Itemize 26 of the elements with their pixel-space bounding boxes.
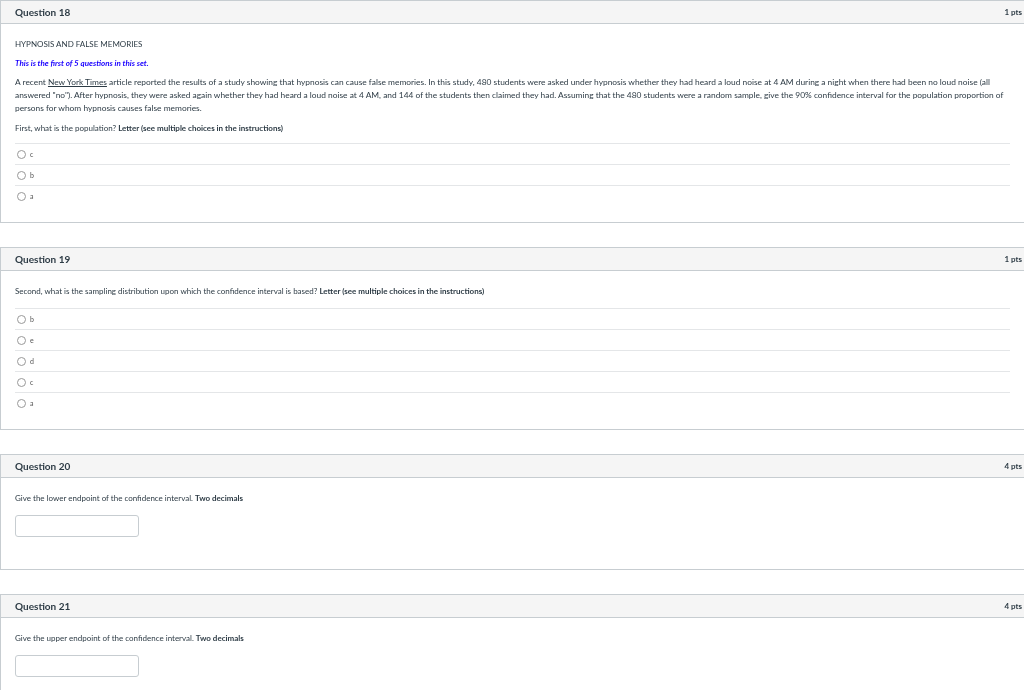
- answer-field[interactable]: [15, 515, 139, 537]
- radio-button[interactable]: [17, 377, 26, 387]
- radio-button[interactable]: [17, 191, 26, 201]
- radio-button[interactable]: [17, 356, 26, 366]
- question-prompt: Give the upper endpoint of the confidence interval. Two decimals: [15, 633, 245, 643]
- radio-button[interactable]: [17, 314, 26, 324]
- question-prompt: Give the lower endpoint of the confidence interval. Two decimals: [15, 493, 244, 503]
- question-points: 1 pts: [1004, 6, 1022, 18]
- question-title: Question 19: [15, 251, 71, 267]
- question-points: 4 pts: [1004, 460, 1022, 472]
- radio-button[interactable]: [17, 398, 26, 408]
- article-link[interactable]: New York Times: [47, 77, 107, 87]
- radio-button[interactable]: [17, 149, 26, 159]
- set-note: This is the first of 5 questions in this set.: [15, 58, 150, 68]
- question-title: Question 20: [15, 458, 71, 474]
- section-heading: HYPNOSIS AND FALSE MEMORIES: [15, 39, 144, 49]
- answer-field[interactable]: [15, 655, 139, 677]
- radio-button[interactable]: [17, 335, 26, 345]
- radio-button[interactable]: [17, 170, 26, 180]
- question-passage: A recent New York Times article reported the results of a study showing that hypnosis can cause false memories. In this study, 480 students were asked under hypnosis whether they had heard a loud noise at 4 AM during a night when there had been no loud noise (all answered "no"). After hypnosis, they were asked again whether they had heard a loud noise at 4 AM, and 144 of the students then claimed they had. Assuming that the 480 students were a random sample, give the 90% confidence interval for the population proportion of persons for whom hypnosis causes false memories.: [15, 76, 1005, 115]
- question-prompt: First, what is the population? Letter (see multiple choices in the instructions): [15, 123, 284, 133]
- question-points: 4 pts: [1004, 600, 1022, 612]
- question-title: Question 21: [15, 598, 71, 614]
- question-prompt: Second, what is the sampling distribution upon which the confidence interval is based? Letter (see multiple choices in the instructions): [15, 286, 486, 296]
- question-points: 1 pts: [1004, 253, 1022, 265]
- question-title: Question 18: [15, 4, 71, 20]
